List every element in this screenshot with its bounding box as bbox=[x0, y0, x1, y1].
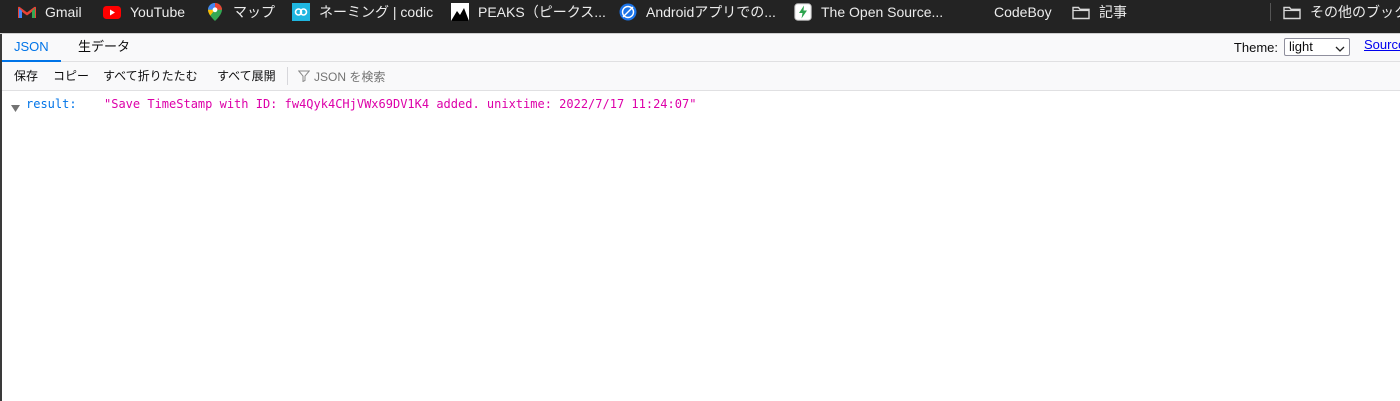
bookmark-label: The Open Source... bbox=[821, 4, 944, 20]
theme-label: Theme: bbox=[1233, 39, 1278, 55]
bookmark-android-app[interactable]: Androidアプリでの... bbox=[619, 0, 776, 24]
theme-selected-value: light bbox=[1289, 39, 1313, 54]
tab-json[interactable]: JSON bbox=[2, 34, 61, 62]
filter-placeholder: JSON を検索 bbox=[314, 69, 386, 84]
collapse-all-button[interactable]: すべて折りたたむ bbox=[103, 62, 198, 90]
bookmarks-bar: Gmail YouTube マップ ネーミング | codic PEAKS（ピー… bbox=[0, 0, 1400, 33]
bookmark-label: Gmail bbox=[45, 4, 82, 20]
peaks-icon bbox=[451, 3, 469, 21]
bookmark-gmail[interactable]: Gmail bbox=[18, 0, 82, 24]
bookmark-label: PEAKS（ピークス... bbox=[478, 4, 606, 20]
bookmark-peaks[interactable]: PEAKS（ピークス... bbox=[451, 0, 606, 24]
bookmark-label: その他のブック bbox=[1310, 4, 1400, 20]
codic-icon bbox=[292, 3, 310, 21]
filter-json-input[interactable]: JSON を検索 bbox=[298, 62, 385, 90]
folder-icon bbox=[1283, 3, 1301, 21]
folder-icon bbox=[1072, 3, 1090, 21]
json-row[interactable]: result: "Save TimeStamp with ID: fw4Qyk4… bbox=[2, 96, 762, 112]
expand-triangle-icon[interactable] bbox=[11, 100, 20, 116]
theme-picker: Theme: light bbox=[1234, 37, 1350, 57]
open-source-icon bbox=[794, 3, 812, 21]
theme-select[interactable]: light bbox=[1284, 38, 1350, 56]
bookmark-folder-other[interactable]: その他のブック bbox=[1283, 0, 1400, 24]
bookmarks-divider bbox=[1270, 3, 1271, 21]
bookmark-label: ネーミング | codic bbox=[319, 4, 434, 20]
bookmark-codeboy[interactable]: CodeBoy bbox=[994, 0, 1052, 24]
bookmark-label: YouTube bbox=[130, 4, 186, 20]
bookmark-youtube[interactable]: YouTube bbox=[103, 0, 185, 24]
bookmark-label: CodeBoy bbox=[994, 4, 1052, 20]
maps-pin-icon bbox=[206, 3, 224, 21]
save-button[interactable]: 保存 bbox=[14, 62, 38, 90]
bookmark-label: 記事 bbox=[1099, 4, 1127, 20]
copy-button[interactable]: コピー bbox=[53, 62, 89, 90]
bookmark-open-source[interactable]: The Open Source... bbox=[794, 0, 943, 24]
bookmark-folder-articles[interactable]: 記事 bbox=[1072, 0, 1127, 24]
json-string-value: "Save TimeStamp with ID: fw4Qyk4CHjVWx69… bbox=[104, 97, 697, 111]
bookmark-label: マップ bbox=[233, 4, 275, 20]
filter-icon bbox=[298, 70, 310, 82]
globe-icon bbox=[619, 3, 637, 21]
bookmark-maps[interactable]: マップ bbox=[206, 0, 275, 24]
json-key: result: bbox=[26, 97, 77, 111]
youtube-icon bbox=[103, 3, 121, 21]
json-tree: result: "Save TimeStamp with ID: fw4Qyk4… bbox=[2, 92, 1400, 401]
gmail-icon bbox=[18, 3, 36, 21]
bookmark-codic[interactable]: ネーミング | codic bbox=[292, 0, 433, 24]
source-link[interactable]: Source bbox=[1364, 37, 1400, 52]
toolbar-divider bbox=[287, 67, 288, 85]
chevron-down-icon bbox=[1335, 42, 1345, 58]
bookmark-label: Androidアプリでの... bbox=[646, 4, 776, 20]
viewer-tab-bar: JSON 生データ Theme: light bbox=[2, 34, 1400, 62]
json-toolbar: 保存 コピー すべて折りたたむ すべて展開 JSON を検索 bbox=[2, 62, 1400, 91]
expand-all-button[interactable]: すべて展開 bbox=[217, 62, 276, 90]
tab-raw-data[interactable]: 生データ bbox=[66, 34, 142, 62]
